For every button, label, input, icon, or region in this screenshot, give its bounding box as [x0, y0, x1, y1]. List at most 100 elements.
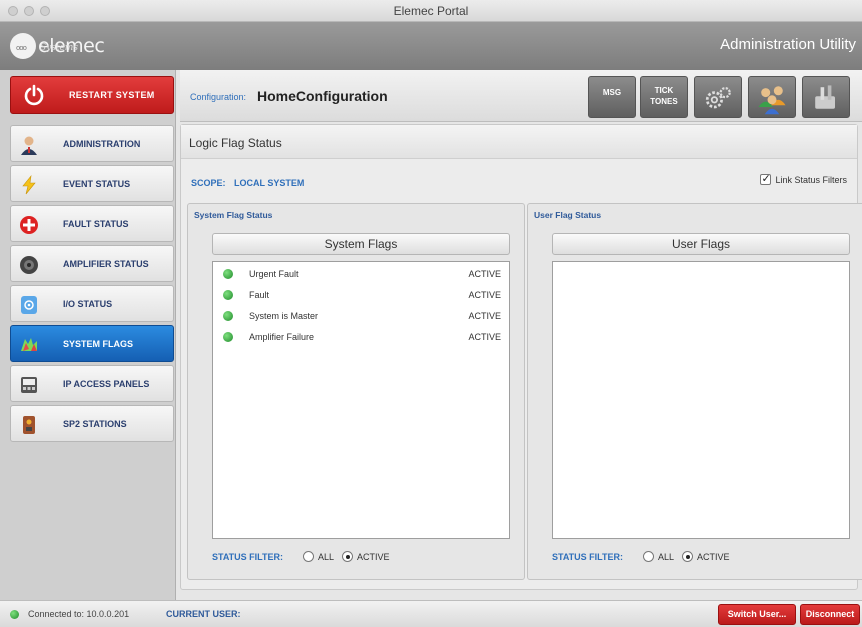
sidebar-item-label: SYSTEM FLAGS: [63, 339, 134, 349]
msg-button[interactable]: MSG: [588, 76, 636, 118]
sidebar-item-ip-access-panels[interactable]: IP ACCESS PANELS: [10, 365, 174, 402]
filter-option-all[interactable]: ALL: [303, 551, 334, 562]
link-status-filters[interactable]: Link Status Filters: [760, 172, 847, 185]
speaker-icon: [20, 256, 38, 274]
lightning-icon: [22, 175, 36, 195]
gears-icon: [705, 86, 731, 109]
status-dot-icon: [223, 311, 233, 321]
disconnect-button[interactable]: Disconnect: [800, 604, 860, 625]
configuration-value: HomeConfiguration: [257, 88, 388, 104]
sidebar-item-label: IP ACCESS PANELS: [63, 379, 150, 389]
tick-tones-label: TICK TONES: [641, 85, 687, 107]
list-item[interactable]: System is Master ACTIVE: [213, 306, 509, 326]
scope-value: LOCAL SYSTEM: [234, 178, 305, 188]
filter-active-label: ACTIVE: [357, 551, 390, 562]
filter-all-label: ALL: [318, 551, 335, 562]
sidebar: RESTART SYSTEM ADMINISTRATION EVENT STAT…: [0, 70, 176, 600]
flag-name: Amplifier Failure: [249, 332, 315, 342]
tools-button[interactable]: [802, 76, 850, 118]
brand-bar: ooo elemec Systems Administration Utilit…: [0, 22, 862, 70]
filter-option-active[interactable]: ACTIVE: [342, 551, 390, 562]
scope-label: SCOPE:: [191, 178, 226, 188]
panel-title: System Flag Status: [194, 210, 273, 220]
sidebar-item-administration[interactable]: ADMINISTRATION: [10, 125, 174, 162]
configuration-label: Configuration:: [190, 92, 247, 102]
person-icon: [21, 136, 37, 155]
sidebar-item-fault-status[interactable]: FAULT STATUS: [10, 205, 174, 242]
section-header: Logic Flag Status: [181, 125, 857, 159]
user-flag-panel: User Flag Status User Flags STATUS FILTE…: [527, 203, 862, 580]
filter-option-all[interactable]: ALL: [643, 551, 674, 562]
logo-subtext: Systems: [40, 43, 78, 53]
filter-all-radio[interactable]: [303, 551, 314, 562]
users-button[interactable]: [748, 76, 796, 118]
tick-label: TICK: [654, 86, 674, 95]
flag-name: System is Master: [249, 311, 319, 321]
sidebar-item-label: AMPLIFIER STATUS: [63, 259, 149, 269]
window-title: Elemec Portal: [393, 4, 469, 18]
station-icon: [23, 416, 35, 434]
scope-line: SCOPE: LOCAL SYSTEM: [191, 178, 304, 188]
filter-active-radio[interactable]: [342, 551, 354, 562]
app-window: Elemec Portal ooo elemec Systems Adminis…: [0, 0, 862, 627]
user-flags-header[interactable]: User Flags: [552, 233, 850, 255]
power-icon: [24, 84, 44, 106]
sidebar-item-label: ADMINISTRATION: [63, 139, 141, 149]
title-bar: Elemec Portal: [0, 0, 862, 22]
status-dot-icon: [223, 332, 233, 342]
filter-all-label: ALL: [658, 551, 675, 562]
configuration-bar: Configuration: HomeConfiguration MSG TIC…: [180, 70, 862, 122]
connection-text: Connected to: 10.0.0.201: [28, 609, 130, 619]
status-dot-icon: [223, 290, 233, 300]
filter-option-active[interactable]: ACTIVE: [682, 551, 730, 562]
filter-all-radio[interactable]: [643, 551, 654, 562]
system-flags-list[interactable]: Urgent Fault ACTIVE Fault ACTIVE System …: [212, 261, 510, 539]
sidebar-item-sp2-stations[interactable]: SP2 STATIONS: [10, 405, 174, 442]
flag-name: Fault: [249, 290, 270, 300]
system-flag-panel: System Flag Status System Flags Urgent F…: [187, 203, 525, 580]
sidebar-item-system-flags[interactable]: SYSTEM FLAGS: [10, 325, 174, 362]
switch-user-button[interactable]: Switch User...: [718, 604, 796, 625]
flag-name: Urgent Fault: [249, 269, 299, 279]
user-status-filter: STATUS FILTER: ALL ACTIVE: [552, 551, 738, 562]
section-title: Logic Flag Status: [189, 136, 282, 150]
system-flags-header[interactable]: System Flags: [212, 233, 510, 255]
app-title: Administration Utility: [720, 36, 856, 53]
flags-icon: [21, 338, 37, 351]
filter-active-radio[interactable]: [682, 551, 694, 562]
tick-tones-button[interactable]: TICK TONES: [640, 76, 688, 118]
panel-icon: [21, 377, 37, 393]
connection-status-icon: [10, 610, 19, 619]
io-device-icon: [21, 296, 37, 314]
list-item[interactable]: Amplifier Failure ACTIVE: [213, 327, 509, 347]
status-filter-label: STATUS FILTER:: [212, 551, 283, 562]
tones-label: TONES: [650, 97, 678, 106]
flag-status: ACTIVE: [468, 311, 501, 321]
status-dot-icon: [223, 269, 233, 279]
list-item[interactable]: Fault ACTIVE: [213, 285, 509, 305]
restart-system-button[interactable]: RESTART SYSTEM: [10, 76, 174, 114]
sidebar-item-io-status[interactable]: I/O STATUS: [10, 285, 174, 322]
panel-title: User Flag Status: [534, 210, 602, 220]
system-status-filter: STATUS FILTER: ALL ACTIVE: [212, 551, 398, 562]
link-status-filters-checkbox[interactable]: [760, 172, 772, 185]
user-flags-list[interactable]: [552, 261, 850, 539]
settings-button[interactable]: [694, 76, 742, 118]
flag-status: ACTIVE: [468, 290, 501, 300]
list-item[interactable]: Urgent Fault ACTIVE: [213, 264, 509, 284]
sidebar-item-label: I/O STATUS: [63, 299, 113, 309]
logic-flag-status-area: Logic Flag Status SCOPE: LOCAL SYSTEM Li…: [180, 124, 862, 590]
sidebar-item-label: SP2 STATIONS: [63, 419, 127, 429]
plus-cross-icon: [20, 216, 38, 234]
flag-status: ACTIVE: [468, 269, 501, 279]
sidebar-item-label: EVENT STATUS: [63, 179, 131, 189]
current-user-label: CURRENT USER:: [166, 609, 241, 619]
logo-mark-icon: ooo: [10, 33, 36, 59]
restart-system-label: RESTART SYSTEM: [69, 90, 155, 100]
sidebar-item-event-status[interactable]: EVENT STATUS: [10, 165, 174, 202]
sidebar-item-label: FAULT STATUS: [63, 219, 129, 229]
sidebar-item-amplifier-status[interactable]: AMPLIFIER STATUS: [10, 245, 174, 282]
flag-status: ACTIVE: [468, 332, 501, 342]
msg-label: MSG: [602, 88, 622, 97]
users-group-icon: [758, 86, 786, 115]
